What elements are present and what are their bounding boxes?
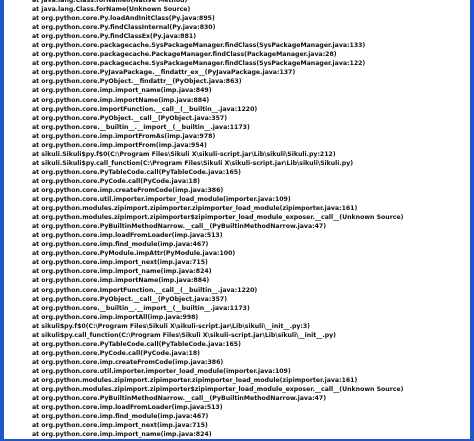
stack-trace-text: at org.python.core.ImportFunction.__call… [32,286,258,294]
stack-trace-text: at org.python.core.util.importer.importe… [32,196,291,204]
stack-trace-text: at org.python.modules.zipimport.zipimpor… [32,205,358,213]
stack-trace-text: at org.python.core.Py.loadAndInitClass(P… [32,15,215,23]
stack-trace-text: at org.python.core.imp.find_module(imp.j… [32,241,209,249]
stack-trace-line: at org.python.core.imp.import_name(imp.j… [6,267,470,276]
stack-trace-text: at org.python.core.imp.importAll(imp.jav… [32,313,199,321]
stack-trace-line: at org.python.core.packagecache.SysPacka… [6,41,470,50]
stack-trace-text: at org.python.core.imp.loadFromLoader(im… [32,232,223,240]
stack-trace-text: at org.python.core.PyBuiltinMethodNarrow… [32,223,327,231]
stack-trace-line: at org.python.core.Py.findClassEx(Py.jav… [6,32,470,41]
stack-trace-text: at org.python.core.__builtin__.__import_… [32,123,250,131]
stack-trace-line: at org.python.core.imp.importName(imp.ja… [6,96,470,105]
stack-trace-text: at org.python.core.ImportFunction.__call… [32,105,258,113]
stack-trace-line: at org.python.core.PyModule.impAttr(PyMo… [6,249,470,258]
stack-trace-line: at org.python.core.imp.find_module(imp.j… [6,240,470,249]
stack-trace-line: at org.python.core.ImportFunction.__call… [6,105,470,114]
stack-trace-text: at sikuli.Sikuli$py.f$0(C:\Program Files… [32,150,336,158]
stack-trace-line: at org.python.core.imp.import_name(imp.j… [6,86,470,95]
stack-trace-text: at sikuli.Sikuli$py.call_function(C:\Pro… [32,159,354,167]
stack-trace-line: at org.python.core.__builtin__.__import_… [6,123,470,132]
stack-trace-text: at org.python.core.PyObject.__call__(PyO… [32,114,228,122]
stack-trace-line: at org.python.core.imp.importFromAs(imp.… [6,132,470,141]
stack-trace-line: at org.python.core.PyTableCode.call(PyTa… [6,168,470,177]
stack-trace-text: at sikuli$py.f$0(C:\Program Files\Sikuli… [32,322,311,330]
stack-trace-text: at org.python.core.imp.import_name(imp.j… [32,431,212,439]
stack-trace-line: at org.python.core.Py.findClassInternal(… [6,23,470,32]
stack-trace-line: at org.python.core.util.importer.importe… [6,367,470,376]
stack-trace-text: at org.python.core.imp.import_name(imp.j… [32,268,212,276]
stack-trace-text: at org.python.core.imp.importFromAs(imp.… [32,132,216,140]
stack-trace-text: at org.python.core.imp.createFromCode(im… [32,358,224,366]
stack-trace-line: at org.python.core.imp.loadFromLoader(im… [6,231,470,240]
stack-trace-line: at org.python.core.PyJavaPackage.__finda… [6,68,470,77]
stack-trace-line: at sikuli.Sikuli$py.call_function(C:\Pro… [6,159,470,168]
stack-trace-line: at org.python.modules.zipimport.zipimpor… [6,385,470,394]
stack-trace-line: at sikuli$py.f$0(C:\Program Files\Sikuli… [6,322,470,331]
stack-trace-text: at org.python.core.packagecache.PackageM… [32,51,337,59]
stack-trace-text: at org.python.core.__builtin__.__import_… [32,304,250,312]
stack-trace-text: at org.python.core.PyCode.call(PyCode.ja… [32,349,200,357]
stack-trace-text: at org.python.core.imp.find_module(imp.j… [32,413,209,421]
stack-trace-text: at org.python.core.packagecache.SysPacka… [32,42,366,50]
stack-trace-line: at org.python.core.imp.find_module(imp.j… [6,412,470,421]
stack-trace-text: at org.python.core.PyObject.__call__(PyO… [32,295,228,303]
stack-trace-line: at org.python.core.packagecache.PackageM… [6,50,470,59]
stack-trace-line: at org.python.core.PyObject.__call__(PyO… [6,114,470,123]
stack-trace-line: at org.python.core.imp.importName(imp.ja… [6,276,470,285]
stack-trace-text: at org.python.core.PyTableCode.call(PyTa… [32,168,241,176]
stack-trace-text: at org.python.core.imp.importName(imp.ja… [32,277,210,285]
stack-trace-line: at org.python.core.imp.import_name(imp.j… [6,430,470,439]
stack-trace-text: at org.python.modules.zipimport.zipimpor… [32,386,404,394]
stack-trace-line: at org.python.core.PyCode.call(PyCode.ja… [6,349,470,358]
stack-trace-line: at org.python.core.PyCode.call(PyCode.ja… [6,177,470,186]
stack-trace-line: at org.python.core.imp.createFromCode(im… [6,358,470,367]
stack-trace-line: at org.python.core.PyBuiltinMethodNarrow… [6,222,470,231]
stack-trace-text: at org.python.core.Py.findClassInternal(… [32,24,216,32]
stack-trace-text: at org.python.core.imp.loadFromLoader(im… [32,404,223,412]
stack-trace-line: at org.python.core.packagecache.SysPacka… [6,59,470,68]
stack-trace-line: at sikuli.Sikuli$py.f$0(C:\Program Files… [6,150,470,159]
stack-trace-line: at org.python.core.imp.import_next(imp.j… [6,258,470,267]
stack-trace-text: at org.python.core.PyJavaPackage.__finda… [32,69,296,77]
stack-trace-text: at org.python.core.imp.import_next(imp.j… [32,422,208,430]
stack-trace-line: at org.python.core.__builtin__.__import_… [6,304,470,313]
stack-trace-line: at org.python.core.PyTableCode.call(PyTa… [6,340,470,349]
stack-trace-text: at org.python.modules.zipimport.zipimpor… [32,376,358,384]
stack-trace-text: at sikuli$py.call_function(C:\Program Fi… [32,331,337,339]
stack-trace-text: at org.python.modules.zipimport.zipimpor… [32,214,404,222]
stack-trace-line: at org.python.core.imp.createFromCode(im… [6,186,470,195]
stack-trace-line: at org.python.core.PyObject.__call__(PyO… [6,295,470,304]
stack-trace-line: at org.python.core.PyObject.__findattr__… [6,77,470,86]
stack-trace-line: at org.python.core.Py.loadAndInitClass(P… [6,14,470,23]
stack-trace-text: at org.python.core.imp.import_next(imp.j… [32,259,208,267]
stack-trace-text: at org.python.core.PyTableCode.call(PyTa… [32,340,241,348]
stack-trace-text: at org.python.core.PyCode.call(PyCode.ja… [32,177,200,185]
stack-trace-line: at org.python.core.PyBuiltinMethodNarrow… [6,394,470,403]
stack-trace-text: at org.python.core.imp.importFrom(imp.ja… [32,141,207,149]
stack-trace-line: at org.python.core.imp.import_next(imp.j… [6,421,470,430]
stack-trace-line: at org.python.core.imp.importAll(imp.jav… [6,313,470,322]
stack-trace-output: at java.lang.Class.forName0(Native Metho… [6,0,470,439]
stack-trace-line: at sikuli$py.call_function(C:\Program Fi… [6,331,470,340]
stack-trace-text: at org.python.core.imp.import_name(imp.j… [32,87,212,95]
stack-trace-line: at org.python.core.imp.importFrom(imp.ja… [6,141,470,150]
stack-trace-text: at org.python.core.PyModule.impAttr(PyMo… [32,250,236,258]
stack-trace-text: at java.lang.Class.forName(Unknown Sourc… [32,6,191,14]
stack-trace-text: at org.python.core.Py.findClassEx(Py.jav… [32,33,197,41]
stack-trace-text: at org.python.core.packagecache.SysPacka… [32,60,366,68]
stack-trace-text: at org.python.core.PyObject.__findattr__… [32,78,242,86]
stack-trace-text: at org.python.core.util.importer.importe… [32,367,291,375]
stack-trace-line: at org.python.modules.zipimport.zipimpor… [6,213,470,222]
stack-trace-line: at org.python.core.imp.loadFromLoader(im… [6,403,470,412]
stack-trace-text: at org.python.core.imp.createFromCode(im… [32,186,224,194]
stack-trace-text: at org.python.core.PyBuiltinMethodNarrow… [32,395,327,403]
stack-trace-text: at java.lang.Class.forName0(Native Metho… [32,0,188,4]
console-window: at java.lang.Class.forName0(Native Metho… [0,0,474,441]
stack-trace-line: at org.python.core.util.importer.importe… [6,195,470,204]
stack-trace-line: at org.python.modules.zipimport.zipimpor… [6,376,470,385]
stack-trace-line: at java.lang.Class.forName(Unknown Sourc… [6,5,470,14]
stack-trace-line: at org.python.core.ImportFunction.__call… [6,286,470,295]
stack-trace-line: at org.python.modules.zipimport.zipimpor… [6,204,470,213]
stack-trace-text: at org.python.core.imp.importName(imp.ja… [32,96,210,104]
